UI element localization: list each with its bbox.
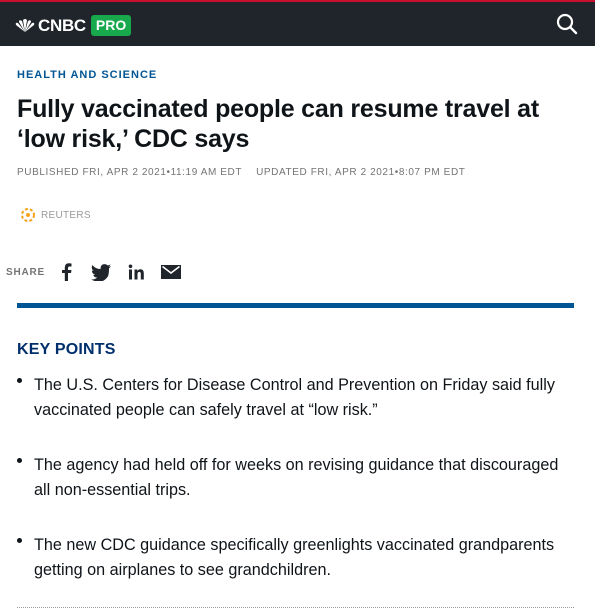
logo-text: CNBC [38,15,86,35]
top-nav-bar: CNBC PRO [0,0,595,46]
key-point-item: The agency had held off for weeks on rev… [17,453,564,503]
reuters-logo-icon [21,208,35,222]
bullet-icon [17,458,22,463]
key-point-text: The agency had held off for weeks on rev… [34,456,559,499]
nbc-peacock-icon [15,18,35,32]
key-point-item: The U.S. Centers for Disease Control and… [17,373,564,423]
published-timestamp: PUBLISHED FRI, APR 2 2021•11:19 AM EDT [17,167,243,178]
key-point-item: The new CDC guidance specifically greenl… [17,533,564,583]
key-points-title: KEY POINTS [17,341,116,358]
pro-badge: PRO [90,15,132,36]
email-icon [161,265,182,279]
cnbc-pro-logo[interactable]: CNBC PRO [14,15,132,36]
search-button[interactable] [555,12,579,36]
linkedin-icon [128,264,144,280]
facebook-icon [62,263,72,281]
email-share-button[interactable] [161,262,182,282]
updated-timestamp: UPDATED FRI, APR 2 2021•8:07 PM EDT [256,167,466,178]
article-headline: Fully vaccinated people can resume trave… [17,95,539,153]
share-bar: SHARE [6,262,196,282]
bullet-icon [17,378,22,383]
bullet-icon [17,538,22,543]
share-label: SHARE [6,266,46,278]
section-label[interactable]: HEALTH AND SCIENCE [17,69,157,81]
facebook-share-button[interactable] [56,262,76,282]
search-icon [556,13,578,35]
section-divider [17,303,574,308]
twitter-share-button[interactable] [91,262,112,282]
dateline: PUBLISHED FRI, APR 2 2021•11:19 AM EDT UP… [17,167,465,178]
bottom-divider [17,607,574,608]
key-point-text: The U.S. Centers for Disease Control and… [34,376,555,419]
linkedin-share-button[interactable] [126,262,146,282]
key-point-text: The new CDC guidance specifically greenl… [34,536,555,579]
source-credit: REUTERS [19,208,91,222]
twitter-icon [91,263,112,281]
source-name: REUTERS [41,209,91,221]
